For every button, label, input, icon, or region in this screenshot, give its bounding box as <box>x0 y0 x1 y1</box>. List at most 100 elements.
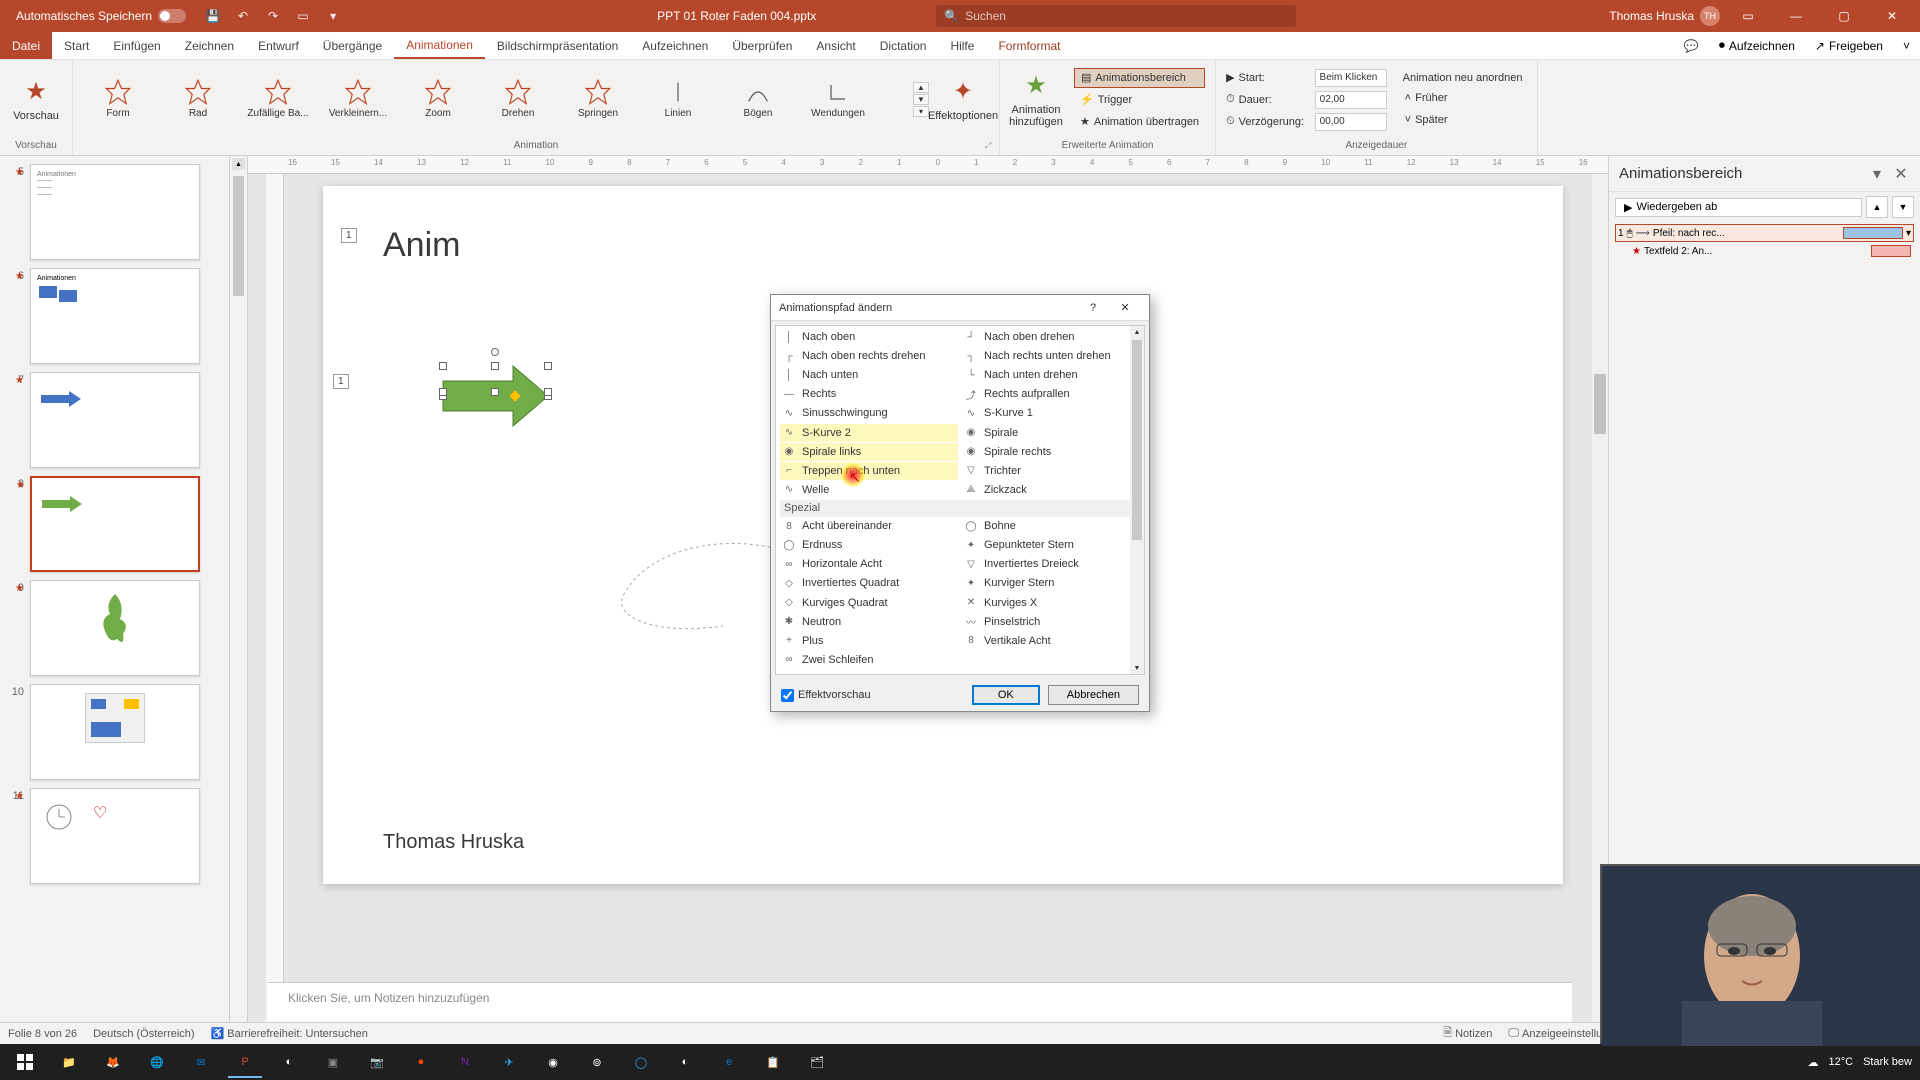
taskbar-powerpoint[interactable]: P <box>224 1046 266 1078</box>
anim-zoom[interactable]: Zoom <box>399 66 477 132</box>
animation-tag-title[interactable]: 1 <box>341 228 357 243</box>
anim-wheel[interactable]: Rad <box>159 66 237 132</box>
path-option[interactable]: ◇Kurviges Quadrat <box>780 594 958 612</box>
animation-item-1[interactable]: 1 🖱 ⟿ Pfeil: nach rec... ▾ <box>1615 224 1914 242</box>
path-option[interactable]: ┌Nach oben rechts drehen <box>780 347 958 365</box>
animation-painter-button[interactable]: ★Animation übertragen <box>1074 112 1205 132</box>
thumb-10[interactable]: 10 <box>0 680 229 784</box>
language-indicator[interactable]: Deutsch (Österreich) <box>93 1028 194 1040</box>
delay-field[interactable]: ⏲Verzögerung:00,00 <box>1226 112 1387 132</box>
ribbon-display-options-icon[interactable]: ▭ <box>1728 0 1768 32</box>
play-from-button[interactable]: ▶Wiedergeben ab <box>1615 198 1862 217</box>
item-dropdown-icon[interactable]: ▾ <box>1906 228 1911 239</box>
taskbar-app-9[interactable]: 📋 <box>752 1046 794 1078</box>
gallery-scroll-up[interactable]: ▲ <box>913 82 929 93</box>
taskbar-app-10[interactable]: 🗂 <box>796 1046 838 1078</box>
tab-review[interactable]: Überprüfen <box>720 32 804 59</box>
path-option[interactable]: ◇Invertiertes Quadrat <box>780 574 958 592</box>
path-option[interactable]: ✦Gepunkteter Stern <box>962 536 1140 554</box>
path-option[interactable]: ◯Bohne <box>962 517 1140 535</box>
start-button[interactable] <box>4 1046 46 1078</box>
tab-shape-format[interactable]: Formformat <box>986 32 1072 59</box>
path-option[interactable]: ┐Nach rechts unten drehen <box>962 347 1140 365</box>
taskbar-app-2[interactable]: ▣ <box>312 1046 354 1078</box>
path-option[interactable]: └Nach unten drehen <box>962 366 1140 384</box>
tab-insert[interactable]: Einfügen <box>101 32 172 59</box>
taskbar-edge[interactable]: e <box>708 1046 750 1078</box>
path-option[interactable]: ∿Welle <box>780 481 958 499</box>
start-slideshow-icon[interactable]: ▭ <box>292 5 314 27</box>
add-animation-button[interactable]: ★ Animation hinzufügen <box>1006 66 1066 134</box>
path-option[interactable]: +Plus <box>780 632 958 650</box>
move-up-button[interactable]: ▲ <box>1866 196 1888 218</box>
ribbon-collapse-icon[interactable]: ˅ <box>1893 39 1920 53</box>
pane-close-icon[interactable]: ✕ <box>1892 165 1910 183</box>
tab-slideshow[interactable]: Bildschirmpräsentation <box>485 32 630 59</box>
path-option[interactable]: ◉Spirale rechts <box>962 443 1140 461</box>
search-box[interactable]: 🔍 <box>936 5 1296 27</box>
path-option[interactable]: ⟁Zickzack <box>962 481 1140 499</box>
taskbar-app-3[interactable]: 📷 <box>356 1046 398 1078</box>
minimize-icon[interactable]: — <box>1776 0 1816 32</box>
path-option[interactable]: ⤴Rechts aufprallen <box>962 385 1140 403</box>
slide-thumbnail-panel[interactable]: 5★Animationen───────── 6★Animationen 7★ … <box>0 156 230 1022</box>
path-option[interactable]: ✱Neutron <box>780 613 958 631</box>
save-icon[interactable]: 💾 <box>202 5 224 27</box>
comments-button[interactable]: 💬 <box>1674 39 1709 53</box>
search-input[interactable] <box>965 9 1288 23</box>
tab-file[interactable]: Datei <box>0 32 52 59</box>
thumb-5[interactable]: 5★Animationen───────── <box>0 160 229 264</box>
pane-dropdown-icon[interactable]: ▾ <box>1868 165 1886 183</box>
user-account[interactable]: Thomas Hruska TH <box>1609 6 1720 26</box>
autosave-toggle[interactable]: Automatisches Speichern <box>8 7 194 25</box>
maximize-icon[interactable]: ▢ <box>1824 0 1864 32</box>
path-option[interactable]: ∞Zwei Schleifen <box>780 651 958 669</box>
accessibility-button[interactable]: ♿Barrierefreiheit: Untersuchen <box>211 1027 368 1040</box>
path-option[interactable]: ∿Sinusschwingung <box>780 404 958 422</box>
path-option[interactable]: ▽Trichter <box>962 462 1140 480</box>
gallery-scroll-down[interactable]: ▼ <box>913 94 929 105</box>
slide-counter[interactable]: Folie 8 von 26 <box>8 1028 77 1040</box>
taskbar-app-1[interactable]: ◐ <box>268 1046 310 1078</box>
path-option[interactable]: ⌐Treppen nach unten <box>780 462 958 480</box>
taskbar-outlook[interactable]: ✉ <box>180 1046 222 1078</box>
cancel-button[interactable]: Abbrechen <box>1048 685 1139 705</box>
taskbar-onenote[interactable]: N <box>444 1046 486 1078</box>
dialog-close-button[interactable]: ✕ <box>1109 295 1141 321</box>
tab-transitions[interactable]: Übergänge <box>311 32 394 59</box>
dialog-scrollbar[interactable]: ▲ ▼ <box>1130 326 1144 674</box>
tab-design[interactable]: Entwurf <box>246 32 311 59</box>
thumb-11[interactable]: 11★♡ <box>0 784 229 888</box>
taskbar-firefox[interactable]: 🦊 <box>92 1046 134 1078</box>
tab-animations[interactable]: Animationen <box>394 32 485 59</box>
notes-button[interactable]: 🗎Notizen <box>1443 1024 1492 1043</box>
effect-preview-checkbox[interactable]: Effektvorschau <box>781 689 964 702</box>
taskbar-app-8[interactable]: ◐ <box>664 1046 706 1078</box>
path-option[interactable]: ✕Kurviges X <box>962 594 1140 612</box>
animation-item-2[interactable]: ★ Textfeld 2: An... <box>1615 242 1914 260</box>
taskbar-telegram[interactable]: ✈ <box>488 1046 530 1078</box>
share-button[interactable]: ↗Freigeben <box>1805 39 1893 53</box>
path-option[interactable]: ◉Spirale <box>962 424 1140 442</box>
ok-button[interactable]: OK <box>972 685 1040 705</box>
gallery-expand[interactable]: ▾ <box>913 106 929 117</box>
taskbar-chrome[interactable]: 🌐 <box>136 1046 178 1078</box>
start-field[interactable]: ▶Start:Beim Klicken <box>1226 68 1387 88</box>
thumb-6[interactable]: 6★Animationen <box>0 264 229 368</box>
tab-home[interactable]: Start <box>52 32 101 59</box>
taskbar-app-4[interactable]: ● <box>400 1046 442 1078</box>
thumb-7[interactable]: 7★ <box>0 368 229 472</box>
anim-lines[interactable]: Linien <box>639 66 717 132</box>
thumbnail-scrollbar[interactable]: ▲ <box>230 156 248 1022</box>
redo-icon[interactable]: ↷ <box>262 5 284 27</box>
move-later-button[interactable]: ˅Später <box>1399 110 1527 130</box>
anim-random-bars[interactable]: Zufällige Ba... <box>239 66 317 132</box>
qat-dropdown-icon[interactable]: ▾ <box>322 5 344 27</box>
path-option[interactable]: │Nach oben <box>780 328 958 346</box>
tab-dictation[interactable]: Dictation <box>868 32 939 59</box>
path-option[interactable]: │Nach unten <box>780 366 958 384</box>
anim-bounce[interactable]: Springen <box>559 66 637 132</box>
path-option[interactable]: 〰Pinselstrich <box>962 613 1140 631</box>
anim-swivel[interactable]: Drehen <box>479 66 557 132</box>
path-option[interactable]: 8Acht übereinander <box>780 517 958 535</box>
